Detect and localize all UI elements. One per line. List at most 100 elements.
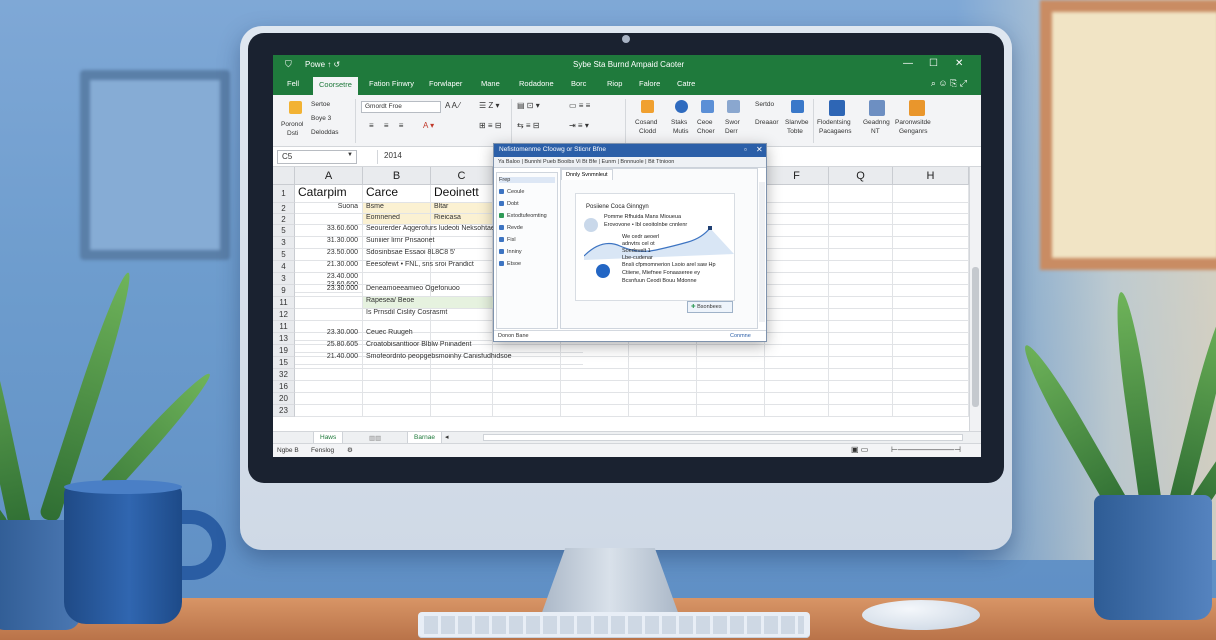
conditional-format-icon[interactable] [641,100,654,113]
sort-icon[interactable] [791,100,804,113]
tab-home[interactable]: Coorsetre [313,77,358,95]
row-header[interactable]: 5 [273,225,295,237]
grid-cell[interactable] [431,393,493,405]
table-icon[interactable] [869,100,885,116]
cell-b1[interactable]: Carce [363,185,431,203]
grid-cell[interactable] [893,225,969,237]
grid-cell[interactable] [829,381,893,393]
tab-review[interactable]: Borc [571,79,586,88]
dialog-scrollbar[interactable] [759,182,765,322]
grid-cell[interactable] [765,285,829,297]
grid-cell[interactable] [493,381,561,393]
grid-cell[interactable] [893,333,969,345]
cell-a-date[interactable]: 23.30.000 [295,329,363,341]
view-mode-icons[interactable]: ▣ ▭ [851,445,868,454]
font-size-icons[interactable]: A A ⁄ [445,101,460,110]
cell-c1[interactable]: Deoinett [431,185,493,203]
add-sheet-icon[interactable]: ◂ [445,433,449,441]
grid-cell[interactable] [829,225,893,237]
alignment-icons[interactable]: ≡ ≡ ≡ [369,121,407,130]
editing-icon[interactable] [727,100,740,113]
grid-cell[interactable] [629,405,697,417]
grid-cell[interactable] [431,381,493,393]
grid-cell[interactable] [561,405,629,417]
grid-cell[interactable] [765,333,829,345]
tab-bar-icons[interactable]: ⌕ ☺ ⎘ ⤢ [931,78,967,89]
scrollbar-thumb[interactable] [972,267,979,407]
cell-a-date[interactable]: 21.30.000 [295,261,363,273]
grid-cell[interactable] [765,297,829,309]
dialog-nav-item[interactable]: Extodtufeomting [499,213,547,219]
grid-cell[interactable] [295,369,363,381]
grid-cell[interactable] [893,309,969,321]
grid-cell[interactable] [363,381,431,393]
grid-cell[interactable] [697,369,765,381]
grid-cell[interactable] [829,285,893,297]
grid-cell[interactable] [629,369,697,381]
grid-cell[interactable] [829,273,893,285]
grid-cell[interactable] [829,321,893,333]
grid-cell[interactable] [295,405,363,417]
grid-cell[interactable] [829,309,893,321]
style-icons[interactable]: ▭ ≡ ≡ [569,101,590,110]
settings-icon[interactable]: ⚙ [347,446,353,454]
row-header[interactable]: 4 [273,261,295,273]
dialog-footer-right[interactable]: Conmne [730,333,751,339]
grid-cell[interactable] [697,381,765,393]
column-header[interactable]: C [431,167,493,185]
sheet-nav-icons[interactable]: ▥▥ [369,434,381,442]
dialog-nav-item[interactable]: Dobt [499,201,519,207]
clipboard-item-copy[interactable]: Boye 3 [311,115,331,122]
grid-cell[interactable] [893,285,969,297]
row-header[interactable]: 16 [273,381,295,393]
grid-cell[interactable] [561,369,629,381]
dialog-nav-item[interactable]: Fisl [499,237,516,243]
grid-cell[interactable] [893,249,969,261]
grid-cell[interactable] [765,321,829,333]
grid-cell[interactable] [629,381,697,393]
grid-cell[interactable] [893,393,969,405]
column-header[interactable]: H [893,167,969,185]
grid-cell[interactable] [893,214,969,225]
grid-cell[interactable] [893,405,969,417]
grid-cell[interactable] [893,297,969,309]
row-header[interactable]: 23 [273,405,295,417]
dialog-restore-button[interactable]: ▫ [744,145,747,154]
restore-button[interactable]: ☐ [929,58,938,69]
column-header[interactable]: A [295,167,363,185]
grid-cell[interactable] [561,393,629,405]
dialog-close-button[interactable]: ✕ [756,145,763,154]
grid-cell[interactable] [765,309,829,321]
quick-access-toolbar[interactable]: Powe ↑ ↺ [305,60,340,69]
grid-cell[interactable] [765,357,829,369]
number-format-icons[interactable]: ▤ ⊡ ▾ [517,101,540,110]
grid-cell[interactable] [765,393,829,405]
vertical-scrollbar[interactable] [969,167,981,431]
paste-icon[interactable] [289,101,302,114]
grid-cell[interactable] [765,369,829,381]
grid-cell[interactable] [765,185,829,203]
grid-cell[interactable] [363,393,431,405]
grid-cell[interactable] [829,345,893,357]
wrap-icons[interactable]: ☰ Z ▾ [479,101,500,110]
cell-c3[interactable]: Rieicasa [431,214,493,225]
grid-cell[interactable] [829,185,893,203]
cell-b2[interactable]: Bsme [363,203,431,214]
grid-cell[interactable] [765,249,829,261]
cell-a-date[interactable]: 23.50.000 [295,249,363,261]
row-header[interactable]: 32 [273,369,295,381]
addins-icon[interactable] [909,100,925,116]
cell-b3[interactable]: Eomnened [363,214,431,225]
grid-cell[interactable] [493,369,561,381]
grid-cell[interactable] [765,345,829,357]
grid-cell[interactable] [295,309,363,321]
tab-file[interactable]: Fell [287,79,299,88]
grid-cell[interactable] [431,369,493,381]
grid-cell[interactable] [765,273,829,285]
grid-cell[interactable] [561,381,629,393]
decimal-icons[interactable]: ⇆ ≡ ⊟ [517,121,540,130]
row-header[interactable]: 20 [273,393,295,405]
column-header[interactable]: F [765,167,829,185]
row-header[interactable]: 11 [273,321,295,333]
tab-extra[interactable]: Catre [677,79,695,88]
